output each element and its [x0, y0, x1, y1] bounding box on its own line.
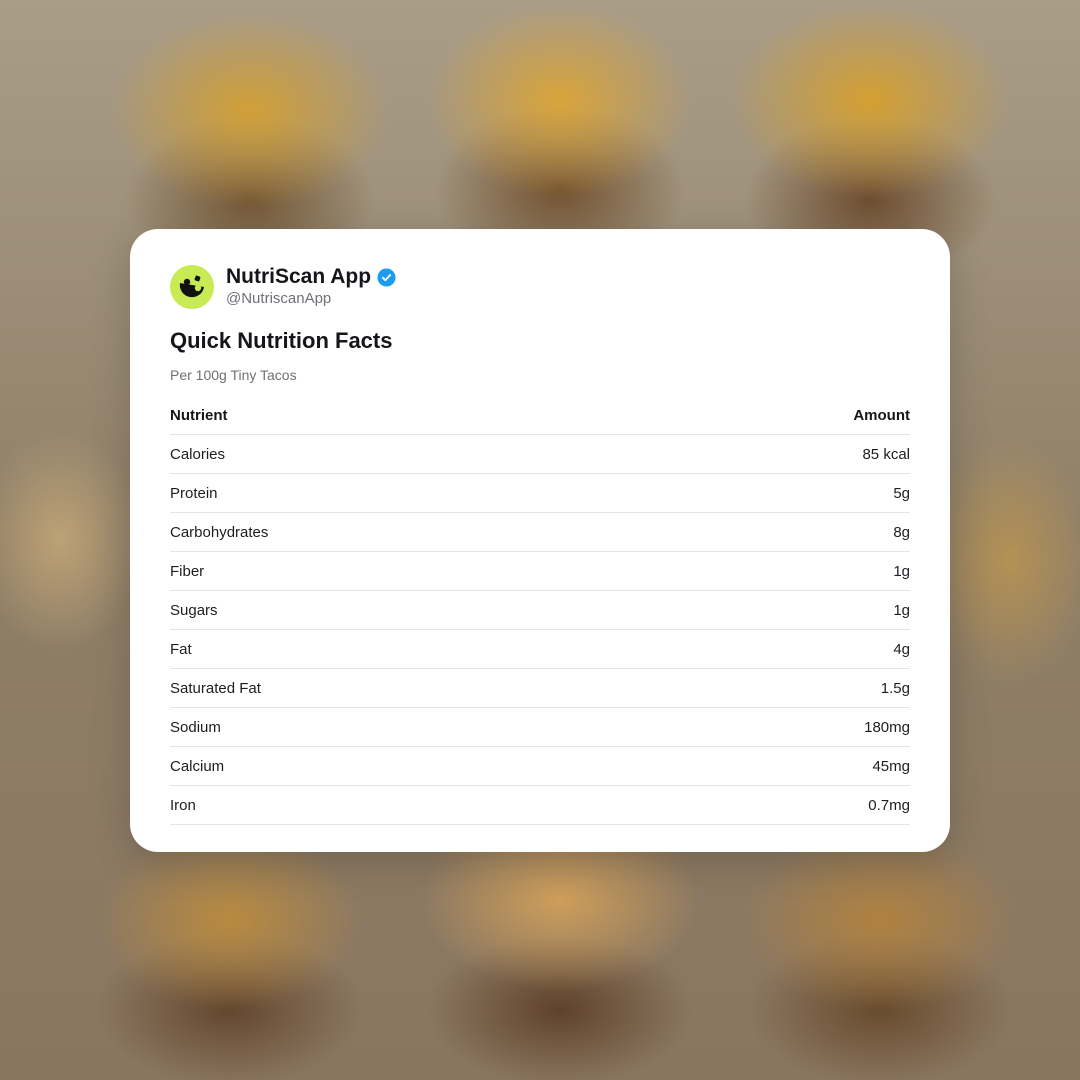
table-row: Iron 0.7mg	[170, 786, 910, 825]
column-header-nutrient: Nutrient	[170, 406, 228, 424]
nutrient-amount: 45mg	[872, 757, 910, 775]
nutrient-amount: 0.7mg	[868, 796, 910, 814]
nutrient-amount: 8g	[893, 523, 910, 541]
card-subtitle: Per 100g Tiny Tacos	[170, 367, 297, 383]
nutrient-name: Iron	[170, 796, 196, 814]
nutrient-name: Sugars	[170, 601, 218, 619]
post-header: NutriScan App @NutriscanApp	[170, 265, 910, 309]
nutrient-name: Protein	[170, 484, 218, 502]
table-row: Saturated Fat 1.5g	[170, 669, 910, 708]
nutrient-amount: 1.5g	[880, 679, 910, 697]
table-row: Calories 85 kcal	[170, 435, 910, 474]
table-row: Calcium 45mg	[170, 747, 910, 786]
table-header-row: Nutrient Amount	[170, 396, 910, 435]
table-row: Protein 5g	[170, 474, 910, 513]
avatar[interactable]	[170, 265, 214, 309]
nutrient-amount: 85 kcal	[862, 445, 910, 463]
table-row: Carbohydrates 8g	[170, 513, 910, 552]
nutrition-table: Nutrient Amount Calories 85 kcal Protein…	[170, 396, 910, 825]
nutrient-amount: 4g	[893, 640, 910, 658]
nutrient-name: Fat	[170, 640, 192, 658]
table-row: Sugars 1g	[170, 591, 910, 630]
table-row: Fat 4g	[170, 630, 910, 669]
nutrient-amount: 1g	[893, 562, 910, 580]
nutrient-name: Fiber	[170, 562, 205, 580]
nutrient-name: Carbohydrates	[170, 523, 269, 541]
card-title: Quick Nutrition Facts	[170, 328, 393, 353]
nutrient-name: Sodium	[170, 718, 221, 736]
account-name[interactable]: NutriScan App	[226, 265, 371, 289]
account-identity: NutriScan App @NutriscanApp	[226, 265, 396, 309]
nutrient-amount: 5g	[893, 484, 910, 502]
nutriscan-logo-icon	[179, 275, 204, 298]
account-handle[interactable]: @NutriscanApp	[226, 289, 396, 309]
verified-badge-icon	[377, 267, 396, 287]
nutrient-amount: 1g	[893, 601, 910, 619]
nutrient-amount: 180mg	[864, 718, 910, 736]
name-row: NutriScan App	[226, 265, 396, 289]
nutrient-name: Calories	[170, 445, 226, 463]
nutrient-name: Saturated Fat	[170, 679, 261, 697]
table-row: Fiber 1g	[170, 552, 910, 591]
column-header-amount: Amount	[853, 406, 910, 424]
table-row: Sodium 180mg	[170, 708, 910, 747]
nutrient-name: Calcium	[170, 757, 225, 775]
nutrition-card: NutriScan App @NutriscanApp Quick Nutrit…	[130, 229, 950, 852]
